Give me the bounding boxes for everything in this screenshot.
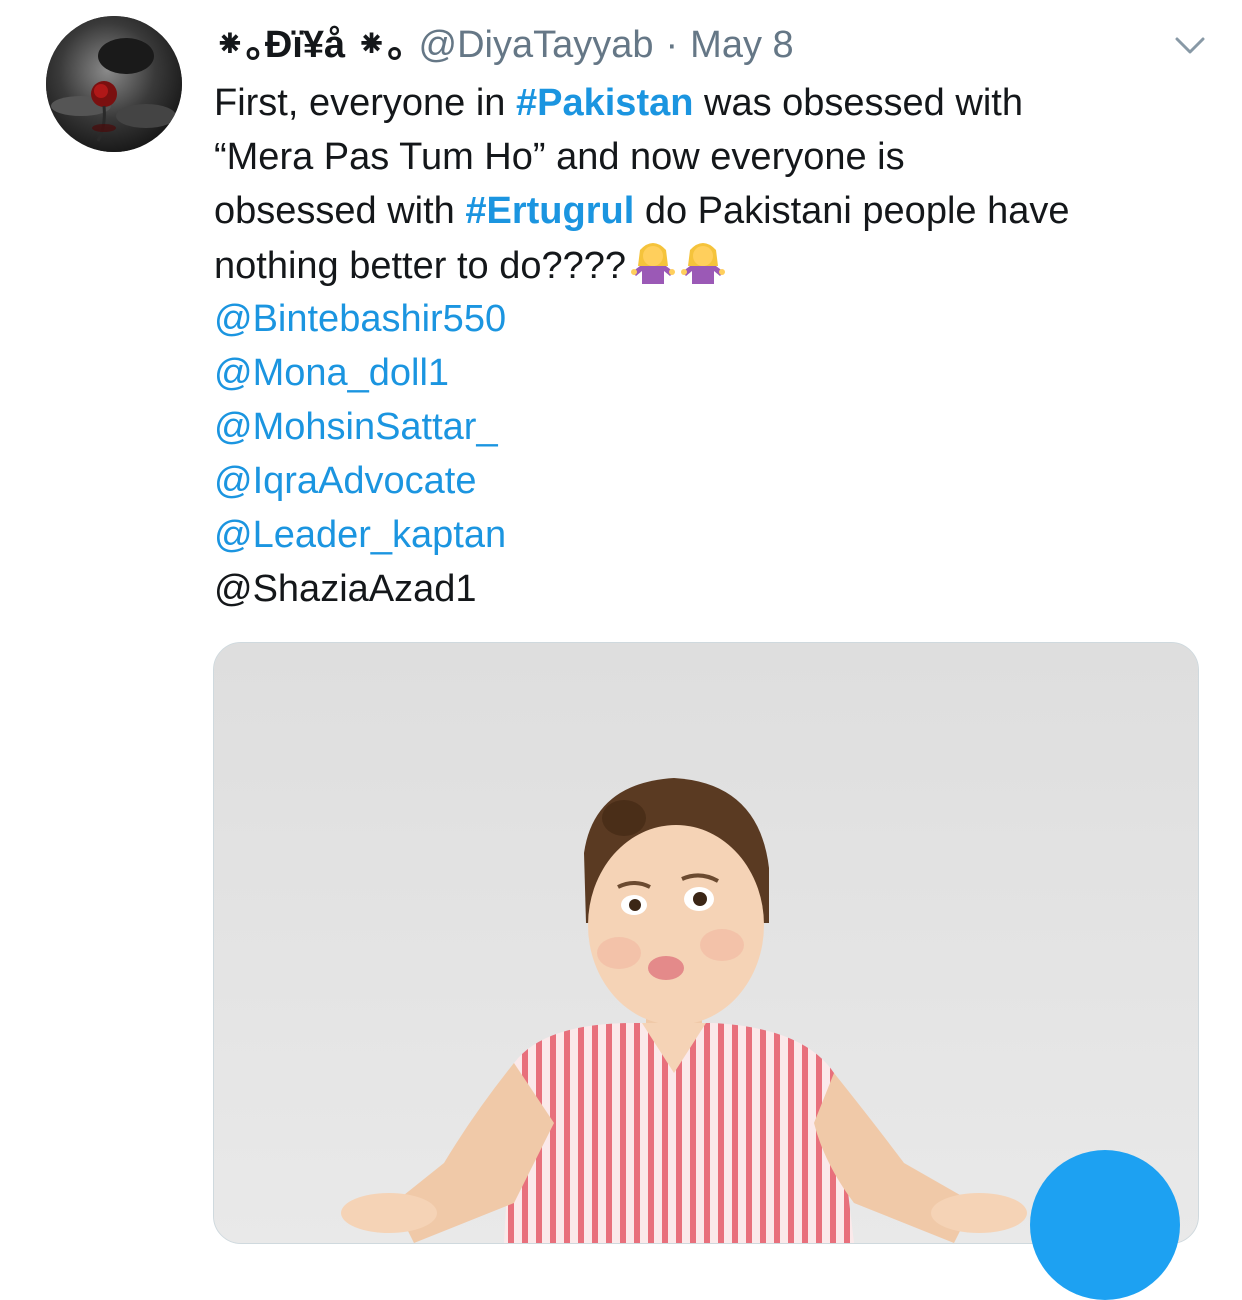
text-segment: was obsessed with — [693, 82, 1023, 124]
user-handle[interactable]: @DiyaTayyab — [419, 18, 654, 72]
text-segment: nothing better to do???? — [214, 245, 627, 287]
separator-dot: · — [665, 24, 679, 66]
woman-shrugging-emoji-icon — [681, 243, 726, 284]
tweet-line-1: First, everyone in #Pakistan was obsesse… — [214, 76, 1214, 130]
mention-text: @ShaziaAzad1 — [214, 568, 477, 610]
tweet-line-4: nothing better to do???? — [214, 238, 1214, 292]
tweet-text: First, everyone in #Pakistan was obsesse… — [214, 76, 1214, 616]
hashtag-pakistan[interactable]: #Pakistan — [516, 82, 693, 124]
text-segment: First, everyone in — [214, 82, 516, 124]
mention-link[interactable]: @Bintebashir550 — [214, 292, 1214, 346]
display-name[interactable]: ⁕｡Đï¥å ⁕｡ — [214, 18, 407, 72]
avatar-image — [46, 16, 182, 152]
chevron-down-icon — [1175, 37, 1205, 54]
text-segment: obsessed with — [214, 190, 466, 232]
tweet-menu-button[interactable] — [1168, 24, 1212, 68]
tweet-line-2: “Mera Pas Tum Ho” and now everyone is — [214, 136, 905, 178]
tweet-media-image[interactable] — [213, 642, 1199, 1244]
text-segment: do Pakistani people have — [634, 190, 1070, 232]
photo-girl-shrugging — [214, 643, 1198, 1243]
avatar[interactable] — [46, 16, 182, 152]
tweet-line-3: obsessed with #Ertugrul do Pakistani peo… — [214, 184, 1214, 238]
hashtag-ertugrul[interactable]: #Ertugrul — [465, 190, 634, 232]
tweet-header: ⁕｡Đï¥å ⁕｡ @DiyaTayyab · May 8 — [214, 18, 1162, 72]
woman-shrugging-emoji-icon — [631, 243, 676, 284]
tweet-date[interactable]: May 8 — [690, 18, 793, 72]
mention-link[interactable]: @Mona_doll1 — [214, 346, 1214, 400]
mention-link[interactable]: @MohsinSattar_ — [214, 400, 1214, 454]
compose-fab-button[interactable] — [1030, 1150, 1180, 1300]
mention-link[interactable]: @IqraAdvocate — [214, 454, 1214, 508]
mention-link[interactable]: @Leader_kaptan — [214, 508, 1214, 562]
